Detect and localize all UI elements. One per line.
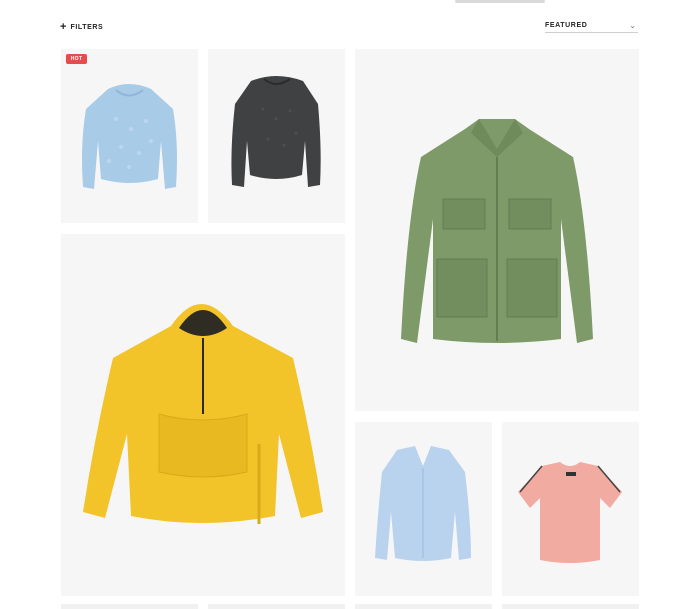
- plus-icon: +: [60, 21, 67, 33]
- product-card-next-4[interactable]: [502, 604, 639, 609]
- chevron-down-icon: ⌄: [629, 21, 636, 30]
- product-card-olive-jacket[interactable]: [355, 49, 639, 411]
- product-card-next-2[interactable]: [208, 604, 345, 609]
- olive-jacket-image: [401, 119, 593, 343]
- light-blue-sweater-image: [82, 84, 177, 189]
- toolbar: + FILTERS FEATURED ⌄: [0, 0, 700, 50]
- sort-select[interactable]: FEATURED ⌄: [545, 20, 638, 33]
- filters-button[interactable]: + FILTERS: [60, 20, 103, 34]
- sort-value: FEATURED: [545, 22, 588, 29]
- product-card-yellow-anorak[interactable]: [61, 234, 345, 596]
- product-card-pale-blue-sweater[interactable]: [355, 422, 492, 596]
- pale-blue-sweater-image: [375, 446, 471, 561]
- charcoal-sweater-image: [231, 76, 321, 187]
- product-card-pink-tee[interactable]: [502, 422, 639, 596]
- yellow-anorak-image: [83, 304, 323, 524]
- product-card-charcoal-sweater[interactable]: [208, 49, 345, 223]
- filters-label: FILTERS: [70, 23, 104, 31]
- product-card-next-1[interactable]: [61, 604, 198, 609]
- pink-tee-image: [518, 462, 622, 563]
- product-card-light-blue-sweater[interactable]: [61, 49, 198, 223]
- product-card-next-3[interactable]: [355, 604, 492, 609]
- hot-badge: HOT: [66, 54, 87, 64]
- header-divider: [455, 0, 545, 3]
